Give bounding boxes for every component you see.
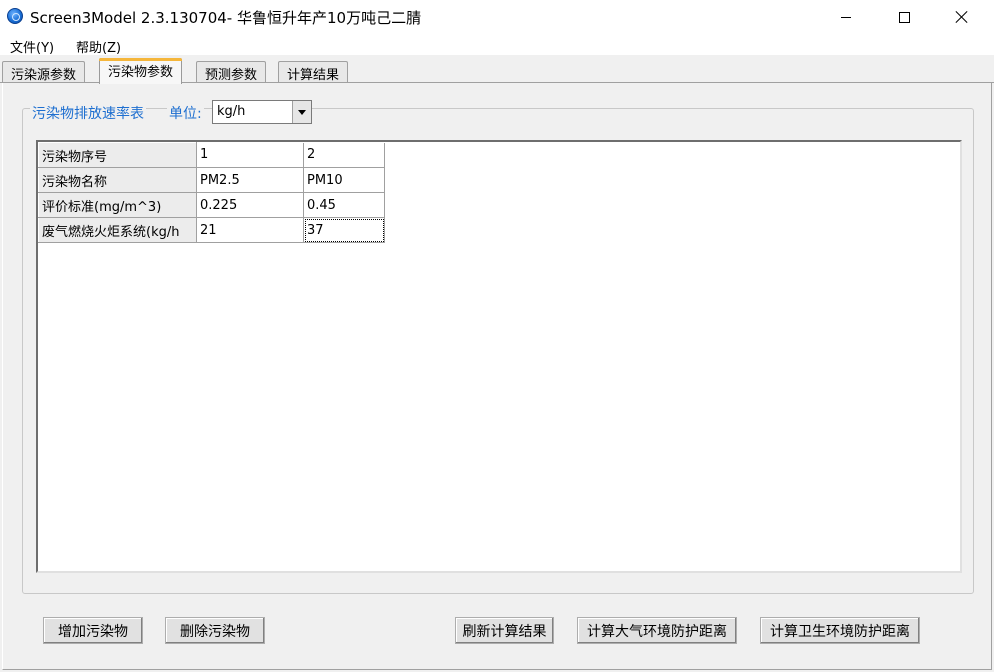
grid-cell-focused[interactable]: 37 [303, 217, 385, 243]
minimize-button[interactable] [823, 0, 869, 34]
table-row: 污染物序号 1 2 [38, 142, 385, 168]
row-header: 评价标准(mg/m^3) [38, 192, 197, 218]
app-globe-icon [7, 8, 23, 24]
calc-atmospheric-distance-button[interactable]: 计算大气环境防护距离 [577, 617, 737, 644]
calc-health-distance-button[interactable]: 计算卫生环境防护距离 [760, 617, 920, 644]
window-title: Screen3Model 2.3.130704- 华鲁恒升年产10万吨己二腈 [30, 9, 422, 27]
row-header: 废气燃烧火炬系统(kg/h [38, 217, 197, 243]
group-title: 污染物排放速率表 [30, 103, 146, 123]
grid-cell[interactable]: PM10 [303, 167, 385, 193]
close-icon [955, 10, 969, 24]
table-row: 废气燃烧火炬系统(kg/h 21 37 [38, 217, 385, 243]
delete-pollutant-button[interactable]: 删除污染物 [165, 617, 265, 644]
pollutant-table: 污染物序号 1 2 污染物名称 PM2.5 PM10 评价标准(mg/m^3) … [38, 142, 385, 243]
column-header: 2 [303, 142, 385, 168]
tab-source-params[interactable]: 污染源参数 [2, 61, 86, 83]
menu-bar: 文件(Y) 帮助(Z) [0, 34, 994, 56]
unit-select-value: kg/h [217, 104, 246, 119]
grid-cell[interactable]: 21 [196, 217, 304, 243]
tab-strip: 污染源参数 污染物参数 预测参数 计算结果 [0, 58, 994, 84]
tab-prediction-params[interactable]: 预测参数 [196, 61, 267, 83]
table-row: 污染物名称 PM2.5 PM10 [38, 167, 385, 193]
unit-select[interactable]: kg/h [212, 100, 312, 124]
title-bar: Screen3Model 2.3.130704- 华鲁恒升年产10万吨己二腈 [0, 0, 994, 34]
add-pollutant-button[interactable]: 增加污染物 [43, 617, 143, 644]
menu-help[interactable]: 帮助(Z) [76, 37, 121, 56]
minimize-icon [841, 16, 851, 18]
tab-results[interactable]: 计算结果 [278, 61, 349, 83]
grid-cell[interactable]: 0.45 [303, 192, 385, 218]
close-button[interactable] [939, 0, 985, 34]
row-header: 污染物序号 [38, 142, 197, 168]
grid-cell[interactable]: PM2.5 [196, 167, 304, 193]
pollutant-grid[interactable]: 污染物序号 1 2 污染物名称 PM2.5 PM10 评价标准(mg/m^3) … [36, 140, 962, 573]
maximize-icon [898, 11, 910, 23]
chevron-down-icon [298, 109, 306, 115]
menu-file[interactable]: 文件(Y) [10, 37, 54, 56]
dropdown-button[interactable] [292, 101, 311, 123]
row-header: 污染物名称 [38, 167, 197, 193]
maximize-button[interactable] [881, 0, 927, 34]
column-header: 1 [196, 142, 304, 168]
grid-cell[interactable]: 0.225 [196, 192, 304, 218]
table-row: 评价标准(mg/m^3) 0.225 0.45 [38, 192, 385, 218]
refresh-results-button[interactable]: 刷新计算结果 [455, 617, 554, 644]
tab-pollutant-params[interactable]: 污染物参数 [99, 58, 183, 84]
unit-label: 单位: [167, 103, 204, 123]
